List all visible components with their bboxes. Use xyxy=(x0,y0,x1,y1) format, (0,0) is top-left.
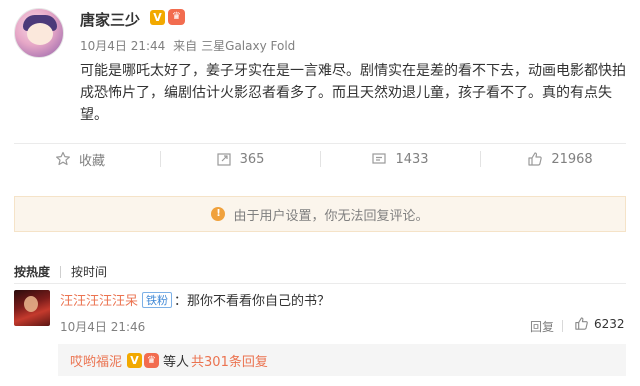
repost-icon xyxy=(216,151,232,167)
favorite-button[interactable]: 收藏 xyxy=(0,144,160,174)
reply-summary-mid: 等人 xyxy=(163,355,190,370)
favorite-label: 收藏 xyxy=(78,153,105,169)
reply-user-name[interactable]: 哎哟福泥 xyxy=(70,351,122,370)
fan-badge: 铁粉 xyxy=(142,291,173,308)
comment-count: 1433 xyxy=(395,151,429,167)
member-crown-icon: ♛ xyxy=(168,9,185,25)
comment-line: 汪汪汪汪汪呆 铁粉 ：那你不看看你自己的书？ xyxy=(60,290,330,309)
tab-sort-by-hot[interactable]: 按热度 xyxy=(14,263,50,280)
avatar-face-shape xyxy=(27,23,53,45)
repost-button[interactable]: 365 xyxy=(160,144,320,174)
comment-button[interactable]: 1433 xyxy=(320,144,480,174)
author-avatar[interactable] xyxy=(14,8,64,58)
commenter-name[interactable]: 汪汪汪汪汪呆 xyxy=(60,290,138,309)
member-crown-icon: ♛ xyxy=(144,353,160,368)
post-meta: 10月4日 21:44 来自 三星Galaxy Fold xyxy=(80,37,299,54)
post-source[interactable]: 三星Galaxy Fold xyxy=(201,39,295,53)
post-action-bar: 收藏 365 1433 21968 xyxy=(0,144,640,174)
like-button[interactable]: 21968 xyxy=(480,144,640,174)
thumbs-up-icon xyxy=(527,151,543,167)
comment-like-button[interactable]: 6232 xyxy=(574,316,625,331)
thumbs-up-icon xyxy=(575,317,588,330)
view-all-replies-link[interactable]: 共301条回复 xyxy=(191,351,268,370)
comment-icon xyxy=(371,151,387,167)
tab-sort-by-time[interactable]: 按时间 xyxy=(71,263,107,280)
info-icon: ! xyxy=(211,207,226,221)
star-icon xyxy=(55,151,71,167)
comment-restriction-notice: ! 由于用户设置，你无法回复评论。 xyxy=(14,196,626,232)
verified-v-icon: V xyxy=(127,353,143,368)
post-content: 可能是哪吒太好了，姜子牙实在是一言难尽。剧情实在是差的看不下去，动画电影都快拍成… xyxy=(80,63,626,123)
comment-action-separator xyxy=(562,320,563,332)
notice-text: 由于用户设置，你无法回复评论。 xyxy=(233,208,429,224)
verified-v-icon: V xyxy=(150,10,165,25)
comment-reply-button[interactable]: 回复 xyxy=(530,318,554,335)
sort-divider xyxy=(14,283,626,284)
comment-sort-tabs: 按热度 按时间 xyxy=(14,263,107,280)
comment-text: ：那你不看看你自己的书？ xyxy=(174,294,331,309)
comment-time: 10月4日 21:46 xyxy=(60,320,146,334)
post-source-prefix: 来自 xyxy=(173,39,198,53)
sort-separator xyxy=(60,265,62,278)
post-author-name[interactable]: 唐家三少 xyxy=(80,9,140,30)
like-count: 21968 xyxy=(551,151,593,167)
reply-summary: 哎哟福泥 V ♛ 等人 共301条回复 xyxy=(70,351,268,370)
repost-count: 365 xyxy=(239,151,265,167)
post-date[interactable]: 10月4日 21:44 xyxy=(80,39,165,53)
comment-like-count: 6232 xyxy=(594,316,625,331)
commenter-avatar[interactable] xyxy=(14,290,50,326)
avatar-face-shape xyxy=(24,296,38,312)
